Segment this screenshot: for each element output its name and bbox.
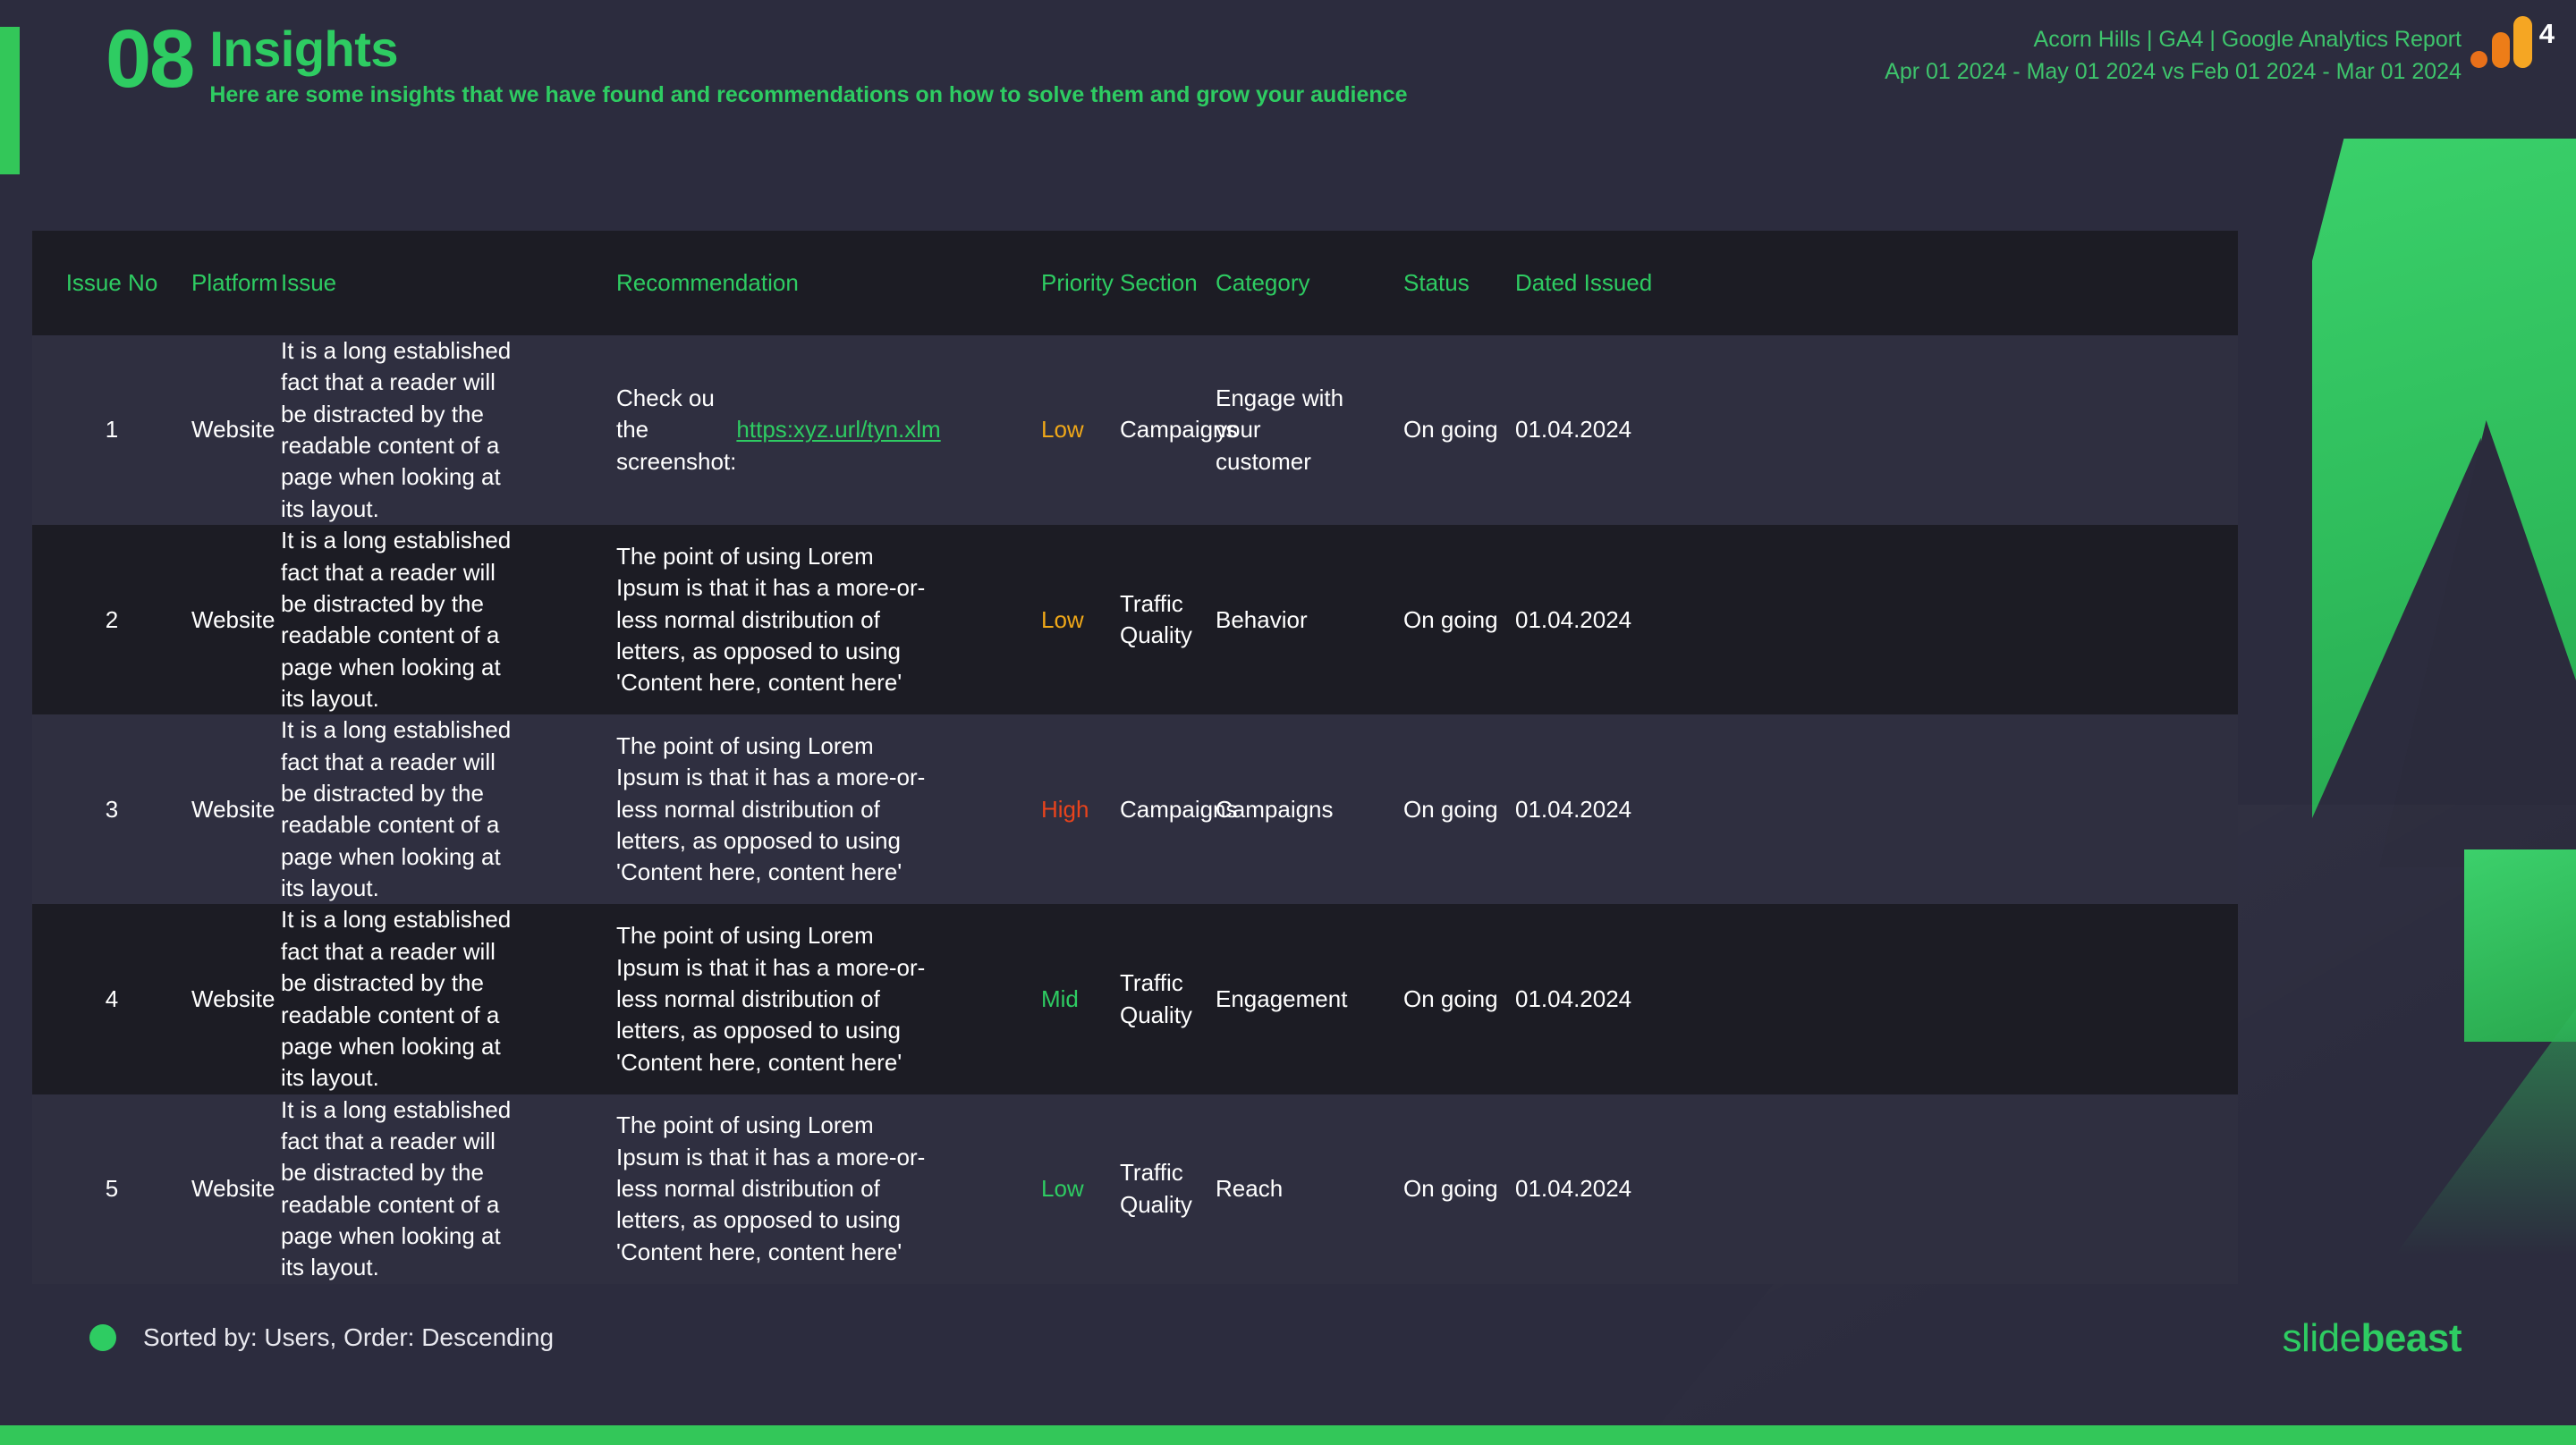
cell-issue: It is a long established fact that a rea… xyxy=(281,527,512,712)
cell-status: On going xyxy=(1403,605,1498,633)
slide-root: 08 Insights Here are some insights that … xyxy=(0,0,2576,1445)
dark-wedge-shape xyxy=(2379,420,2576,867)
column-header-priority: Priority xyxy=(1041,269,1114,297)
brand-suffix: beast xyxy=(2360,1316,2462,1360)
green-block-shape xyxy=(2464,849,2576,1042)
report-name: Acorn Hills | GA4 | Google Analytics Rep… xyxy=(2033,27,2462,52)
cell-section: Traffic Quality xyxy=(1120,1159,1192,1218)
cell-platform: Website xyxy=(191,416,275,444)
cell-status: On going xyxy=(1403,984,1498,1012)
cell-issue-no: 5 xyxy=(105,1175,119,1203)
cell-category: Campaigns xyxy=(1216,795,1334,823)
cell-recommendation: The point of using Lorem Ipsum is that i… xyxy=(616,542,926,697)
ga-bar-large xyxy=(2513,16,2532,68)
cell-section: Traffic Quality xyxy=(1120,969,1192,1028)
slidebeast-logo: slidebeast xyxy=(2283,1316,2462,1361)
cell-issue-no: 4 xyxy=(105,984,119,1012)
cell-recommendation: The point of using Lorem Ipsum is that i… xyxy=(616,731,926,886)
recommendation-text: Check ou the screenshot: xyxy=(616,384,737,475)
recommendation-link[interactable]: https:xyz.url/tyn.xlm xyxy=(736,414,940,445)
cell-priority: Low xyxy=(1041,605,1084,633)
table-row[interactable]: 4 Website It is a long established fact … xyxy=(32,904,2238,1094)
ga-bar-medium xyxy=(2492,32,2510,68)
cell-status: On going xyxy=(1403,416,1498,444)
cell-priority: Low xyxy=(1041,1175,1084,1203)
cell-category: Engage with your customer xyxy=(1216,384,1344,475)
table-row[interactable]: 1 Website It is a long established fact … xyxy=(32,335,2238,526)
cell-section: Campaigns xyxy=(1120,416,1238,444)
cell-date: 01.04.2024 xyxy=(1515,795,1632,823)
report-meta: Acorn Hills | GA4 | Google Analytics Rep… xyxy=(1885,24,2462,88)
cell-priority: Mid xyxy=(1041,984,1079,1012)
green-arrow-shape xyxy=(2312,139,2576,818)
column-header-issue: Issue xyxy=(281,269,337,297)
header-left-group: 08 Insights Here are some insights that … xyxy=(106,18,1407,110)
cell-category: Behavior xyxy=(1216,605,1308,633)
cell-priority: High xyxy=(1041,795,1089,823)
cell-issue: It is a long established fact that a rea… xyxy=(281,337,512,522)
cell-recommendation: Check ou the screenshot: https:xyz.url/t… xyxy=(616,383,952,477)
column-header-section: Section xyxy=(1120,269,1198,297)
ga-version-label: 4 xyxy=(2538,18,2555,49)
column-header-recommendation: Recommendation xyxy=(616,269,799,297)
ga-bar-small xyxy=(2470,51,2487,68)
page-title: Insights xyxy=(209,21,399,77)
brand-prefix: slide xyxy=(2282,1316,2362,1360)
slide-header: 08 Insights Here are some insights that … xyxy=(0,0,2576,206)
cell-date: 01.04.2024 xyxy=(1515,416,1632,444)
cell-status: On going xyxy=(1403,1175,1498,1203)
cell-date: 01.04.2024 xyxy=(1515,1175,1632,1203)
table-header-row: Issue No Platform Issue Recommendation P… xyxy=(32,231,2238,335)
cell-recommendation: The point of using Lorem Ipsum is that i… xyxy=(616,1111,926,1265)
cell-section: Traffic Quality xyxy=(1120,589,1192,649)
column-header-category: Category xyxy=(1216,269,1310,297)
table-row[interactable]: 5 Website It is a long established fact … xyxy=(32,1094,2238,1284)
column-header-status: Status xyxy=(1403,269,1470,297)
sort-info-label: Sorted by: Users, Order: Descending xyxy=(143,1323,555,1351)
page-subtitle: Here are some insights that we have foun… xyxy=(209,82,1408,108)
table-row[interactable]: 3 Website It is a long established fact … xyxy=(32,714,2238,905)
column-header-issue-no: Issue No xyxy=(65,269,158,297)
report-date-range: Apr 01 2024 - May 01 2024 vs Feb 01 2024… xyxy=(1885,58,2462,84)
column-header-platform: Platform xyxy=(191,269,278,297)
cell-issue: It is a long established fact that a rea… xyxy=(281,1095,512,1281)
cell-date: 01.04.2024 xyxy=(1515,984,1632,1012)
cell-section: Campaigns xyxy=(1120,795,1238,823)
cell-issue-no: 1 xyxy=(105,416,119,444)
header-text-group: Insights Here are some insights that we … xyxy=(209,18,1407,110)
cell-priority: Low xyxy=(1041,416,1084,444)
cell-category: Engagement xyxy=(1216,984,1348,1012)
slide-footer: Sorted by: Users, Order: Descending slid… xyxy=(0,1302,2576,1445)
table-row[interactable]: 2 Website It is a long established fact … xyxy=(32,525,2238,715)
sort-info: Sorted by: Users, Order: Descending xyxy=(89,1323,554,1352)
cell-platform: Website xyxy=(191,984,275,1012)
cell-issue-no: 2 xyxy=(105,605,119,633)
section-number: 08 xyxy=(106,13,195,105)
cell-recommendation: The point of using Lorem Ipsum is that i… xyxy=(616,922,926,1076)
cell-date: 01.04.2024 xyxy=(1515,605,1632,633)
cell-status: On going xyxy=(1403,795,1498,823)
bullet-dot-icon xyxy=(89,1324,116,1351)
cell-platform: Website xyxy=(191,795,275,823)
column-header-dated-issued: Dated Issued xyxy=(1515,269,1653,297)
cell-issue: It is a long established fact that a rea… xyxy=(281,716,512,902)
cell-category: Reach xyxy=(1216,1175,1284,1203)
cell-issue-no: 3 xyxy=(105,795,119,823)
insights-table: Issue No Platform Issue Recommendation P… xyxy=(32,231,2238,1284)
green-triangle-shape xyxy=(2379,1009,2576,1277)
google-analytics-4-icon: 4 xyxy=(2470,13,2555,68)
cell-platform: Website xyxy=(191,605,275,633)
cell-issue: It is a long established fact that a rea… xyxy=(281,906,512,1092)
cell-platform: Website xyxy=(191,1175,275,1203)
